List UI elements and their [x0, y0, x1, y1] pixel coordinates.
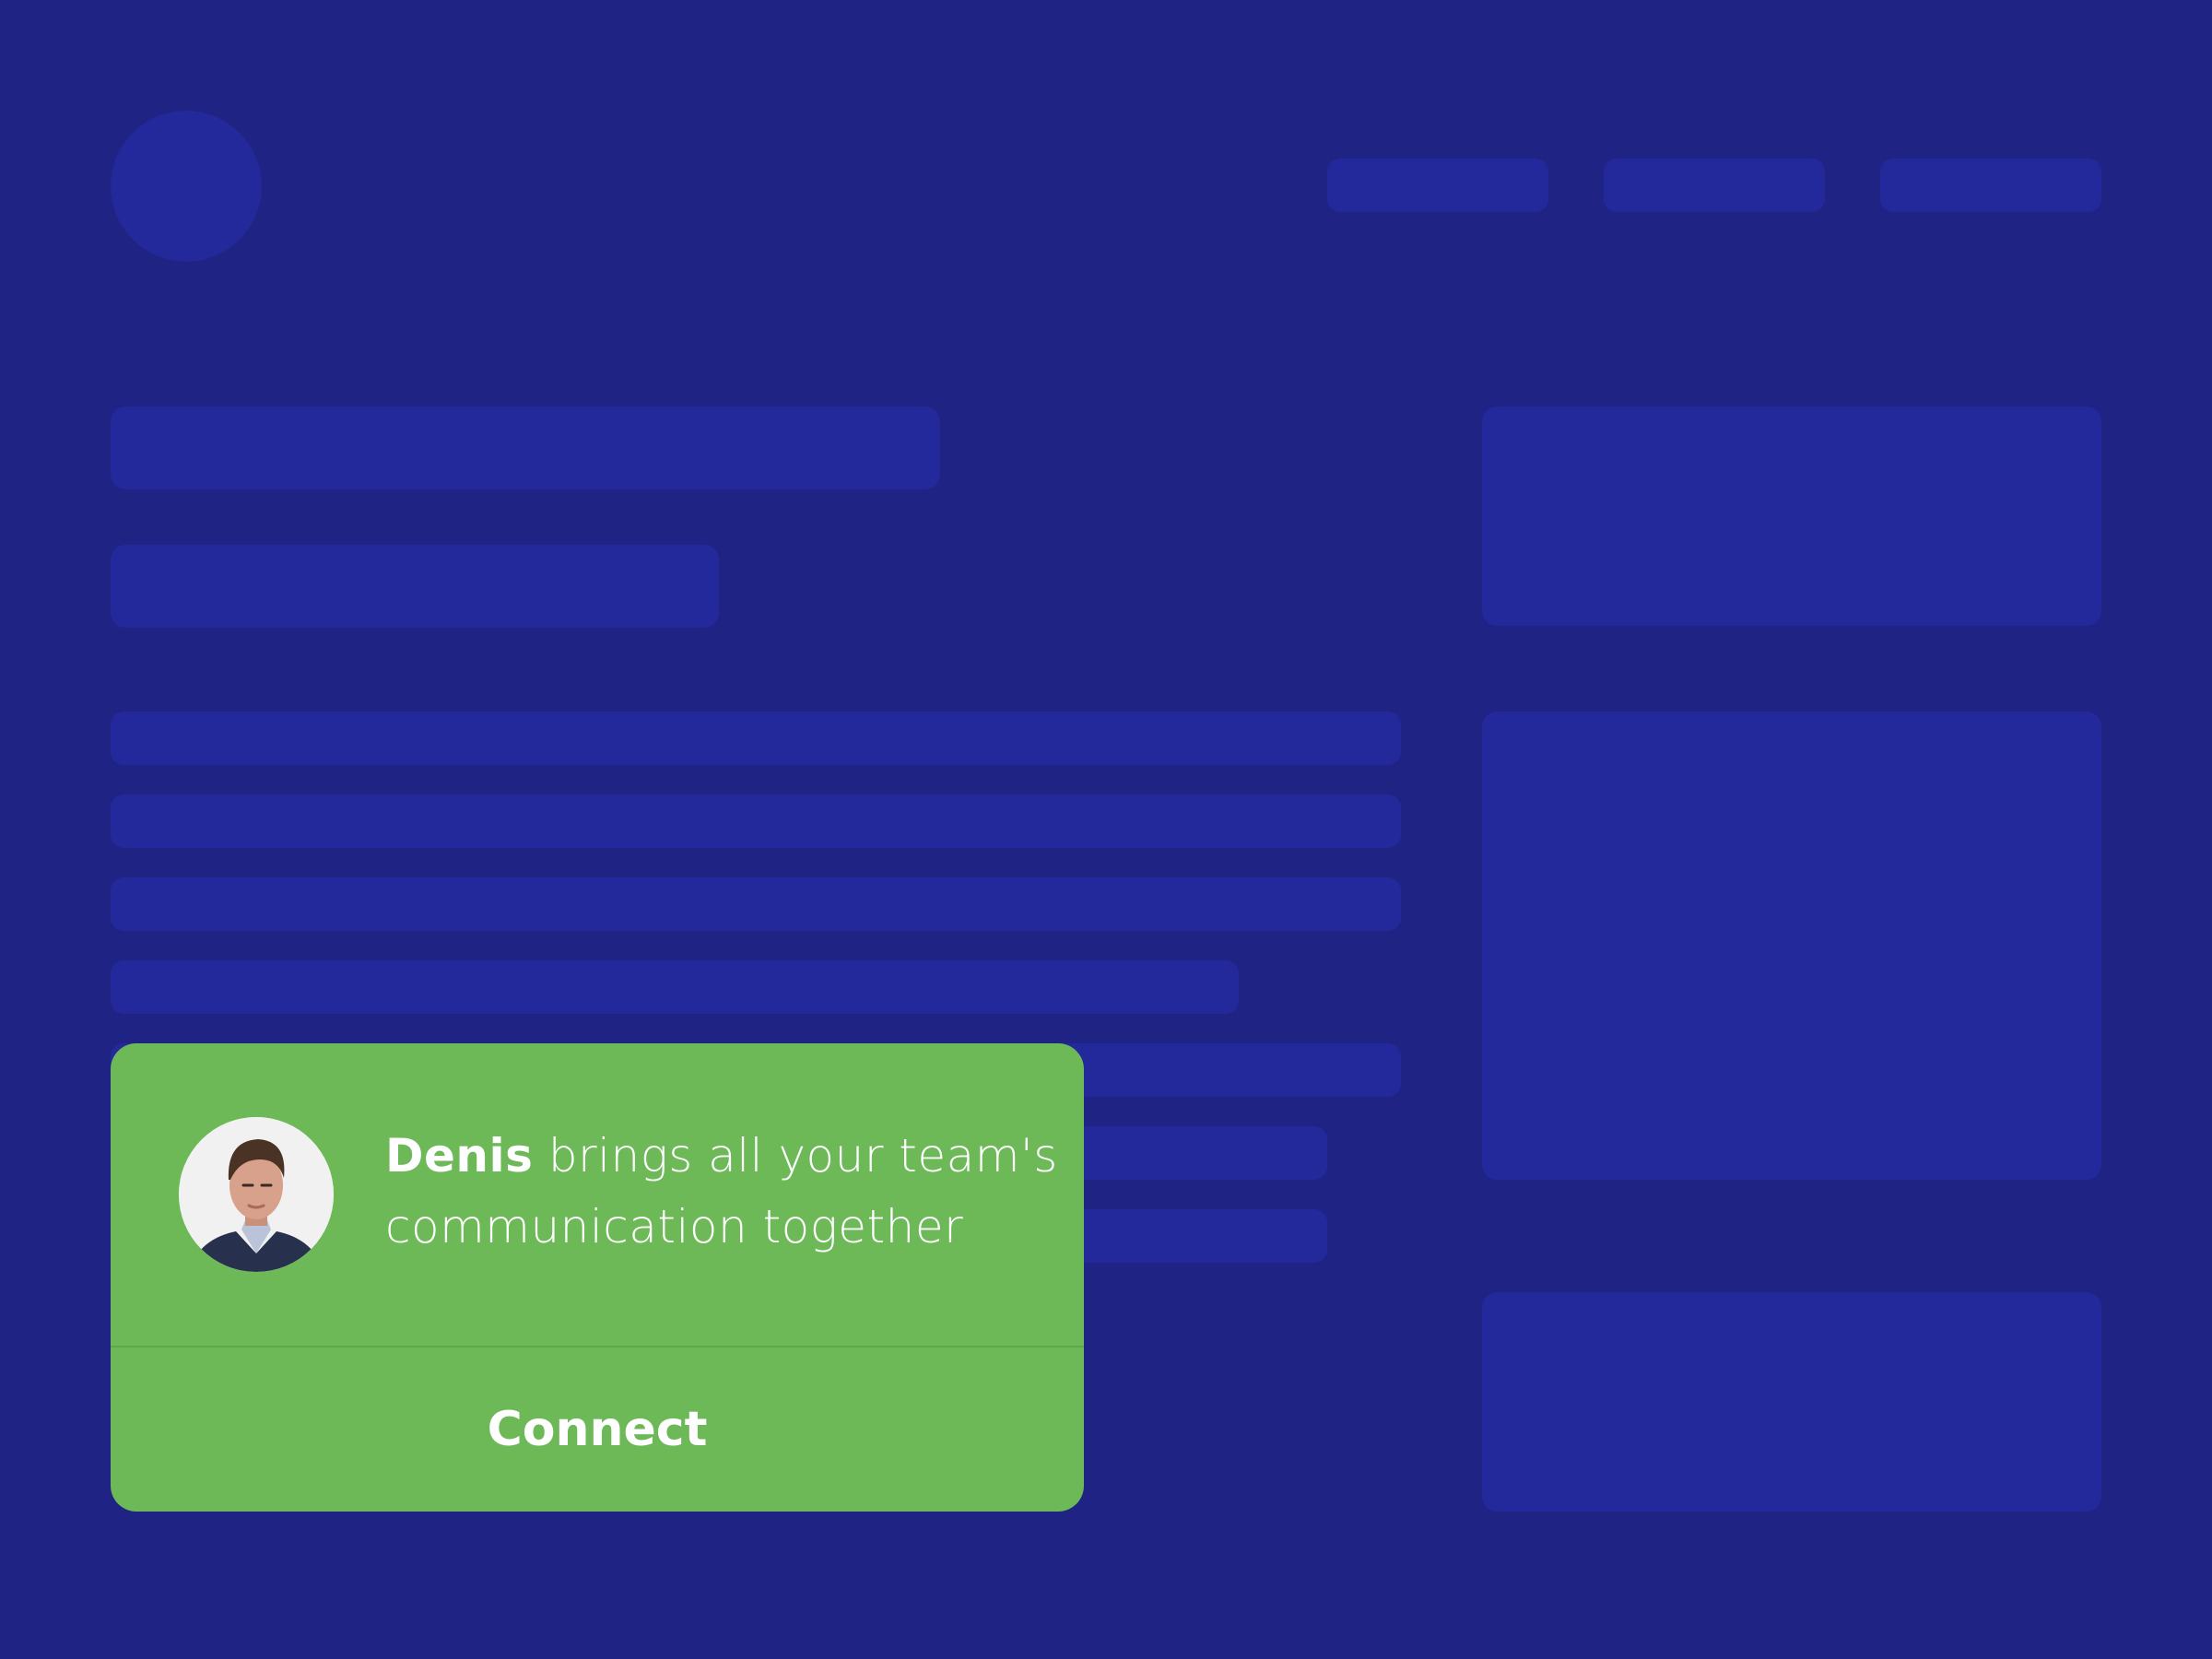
- text-line-placeholder: [111, 960, 1239, 1014]
- notification-card: Denis brings all your team's communicati…: [111, 1043, 1084, 1512]
- text-line-placeholder: [111, 794, 1401, 848]
- nav-item-placeholder[interactable]: [1327, 159, 1548, 212]
- sidebar-card-placeholder: [1482, 1292, 2101, 1512]
- notification-body: Denis brings all your team's communicati…: [111, 1043, 1084, 1346]
- connect-button[interactable]: Connect: [111, 1347, 1084, 1512]
- person-portrait-icon: [179, 1117, 334, 1272]
- notification-message: Denis brings all your team's communicati…: [385, 1121, 1067, 1263]
- logo-placeholder: [111, 111, 262, 262]
- avatar: [179, 1117, 334, 1272]
- sender-name: Denis: [385, 1129, 534, 1182]
- text-line-placeholder: [111, 712, 1401, 765]
- nav-item-placeholder[interactable]: [1604, 159, 1825, 212]
- sidebar-card-placeholder: [1482, 712, 2101, 1180]
- text-line-placeholder: [111, 877, 1401, 931]
- subheading-placeholder: [111, 545, 719, 628]
- heading-placeholder: [111, 406, 940, 489]
- nav-item-placeholder[interactable]: [1880, 159, 2101, 212]
- sidebar-card-placeholder: [1482, 406, 2101, 626]
